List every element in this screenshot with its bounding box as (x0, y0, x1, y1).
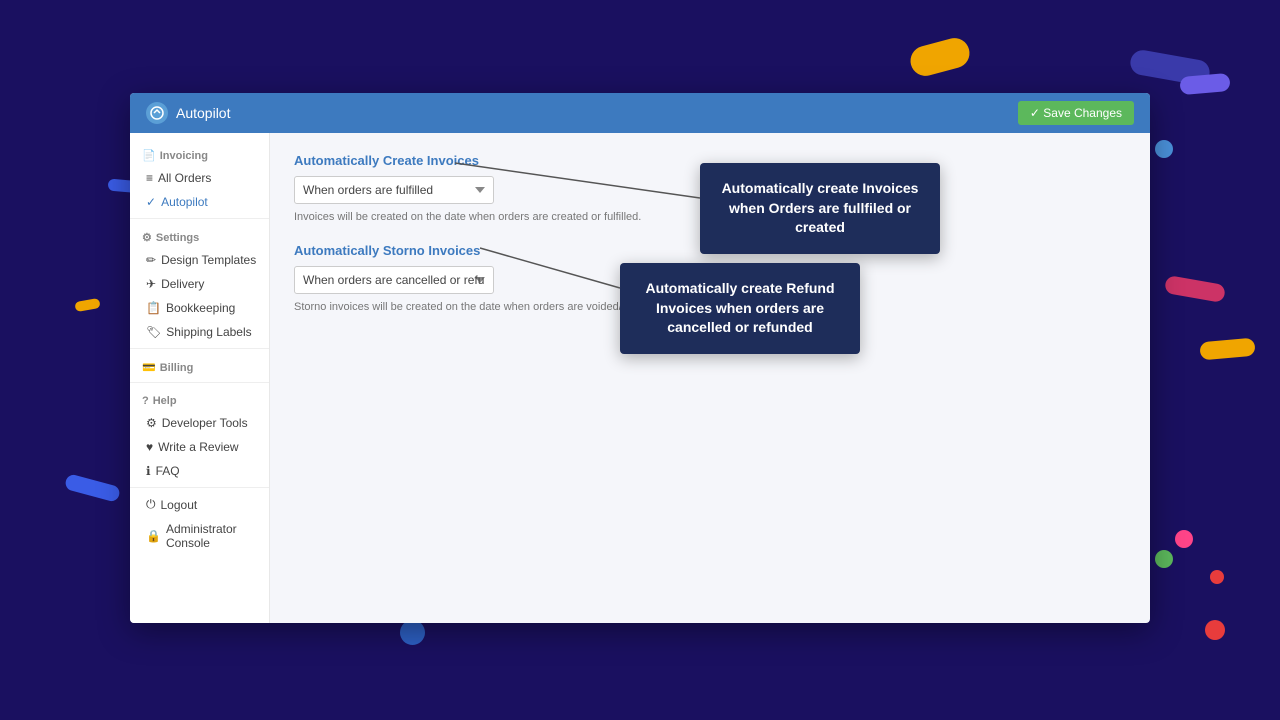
sidebar-item-logout[interactable]: ⏻ Logout (130, 492, 269, 517)
admin-icon: 🔒 (146, 529, 161, 543)
settings-icon: ⚙ (142, 231, 152, 244)
invoicing-icon: 📄 (142, 149, 156, 162)
auto-storno-select[interactable]: When orders are cancelled or refunded Ne… (294, 266, 494, 294)
app-title: Autopilot (176, 105, 230, 121)
dev-tools-icon: ⚙ (146, 416, 157, 430)
design-icon: ✏ (146, 253, 156, 267)
app-window: Autopilot ✓ Save Changes 📄 Invoicing ≡ A… (130, 93, 1150, 623)
autopilot-icon: ✓ (146, 195, 156, 209)
sidebar-section-billing: 💳 Billing (130, 353, 269, 378)
sidebar-item-autopilot[interactable]: ✓ Autopilot (130, 190, 269, 214)
auto-create-select[interactable]: When orders are fulfilled When orders ar… (294, 176, 494, 204)
header: Autopilot ✓ Save Changes (130, 93, 1150, 133)
faq-icon: ℹ (146, 464, 151, 478)
sidebar-item-developer-tools[interactable]: ⚙ Developer Tools (130, 411, 269, 435)
app-logo (146, 102, 168, 124)
bookkeeping-icon: 📋 (146, 301, 161, 315)
all-orders-icon: ≡ (146, 171, 153, 185)
sidebar-section-settings: ⚙ Settings (130, 223, 269, 248)
sidebar-item-admin-console[interactable]: 🔒 Administrator Console (130, 517, 269, 555)
help-icon: ? (142, 395, 149, 407)
save-changes-button[interactable]: ✓ Save Changes (1018, 101, 1134, 125)
main-content: Automatically Create Invoices When order… (270, 133, 1150, 623)
logout-icon: ⏻ (146, 497, 156, 512)
sidebar: 📄 Invoicing ≡ All Orders ✓ Autopilot ⚙ S… (130, 133, 270, 623)
billing-icon: 💳 (142, 361, 156, 374)
app-body: 📄 Invoicing ≡ All Orders ✓ Autopilot ⚙ S… (130, 133, 1150, 623)
tooltip-box-2: Automatically create Refund Invoices whe… (620, 263, 860, 354)
header-left: Autopilot (146, 102, 230, 124)
delivery-icon: ✈ (146, 277, 156, 291)
sidebar-item-faq[interactable]: ℹ FAQ (130, 459, 269, 483)
sidebar-item-write-review[interactable]: ♥ Write a Review (130, 435, 269, 459)
sidebar-item-all-orders[interactable]: ≡ All Orders (130, 166, 269, 190)
sidebar-item-shipping-labels[interactable]: 🏷 Shipping Labels (130, 320, 269, 344)
shipping-icon: 🏷 (146, 325, 161, 339)
sidebar-item-design-templates[interactable]: ✏ Design Templates (130, 248, 269, 272)
tooltip-box-1: Automatically create Invoices when Order… (700, 163, 940, 254)
sidebar-section-invoicing: 📄 Invoicing (130, 141, 269, 166)
sidebar-item-delivery[interactable]: ✈ Delivery (130, 272, 269, 296)
review-icon: ♥ (146, 440, 153, 454)
sidebar-section-help: ? Help (130, 387, 269, 411)
sidebar-item-bookkeeping[interactable]: 📋 Bookkeeping (130, 296, 269, 320)
